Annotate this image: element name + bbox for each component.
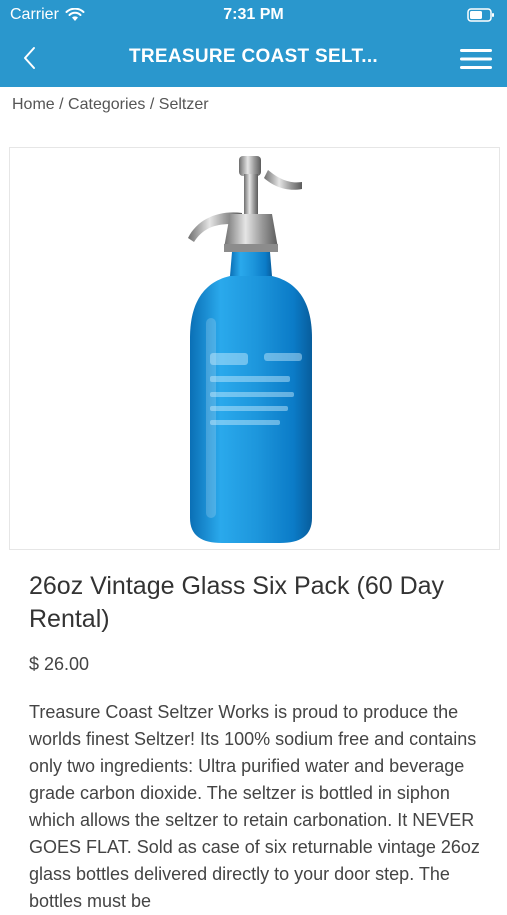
nav-bar: TREASURE COAST SELT... (0, 30, 507, 87)
product-title: 26oz Vintage Glass Six Pack (60 Day Rent… (29, 572, 445, 633)
hamburger-icon (460, 49, 492, 69)
back-button[interactable] (14, 40, 44, 76)
status-bar: Carrier 7:31 PM (0, 0, 507, 30)
breadcrumb-seltzer[interactable]: Seltzer (159, 96, 209, 113)
product-description: Treasure Coast Seltzer Works is proud to… (29, 702, 480, 911)
battery-icon (467, 8, 495, 27)
product-price: $ 26.00 (29, 654, 90, 674)
breadcrumb-home[interactable]: Home (12, 96, 55, 113)
breadcrumb-separator: / (149, 96, 155, 113)
breadcrumb-categories[interactable]: Categories (68, 96, 145, 113)
breadcrumb-separator: / (59, 96, 64, 113)
product-image[interactable] (9, 147, 500, 550)
header: Carrier 7:31 PM TREASURE COAST SELT... (0, 0, 507, 87)
chevron-left-icon (24, 47, 35, 69)
menu-button[interactable] (459, 44, 493, 74)
seltzer-bottle-image (188, 156, 312, 543)
clock: 7:31 PM (223, 6, 284, 23)
page-title: TREASURE COAST SELT... (128, 46, 379, 67)
breadcrumb: Home / Categories / Seltzer (12, 96, 209, 114)
